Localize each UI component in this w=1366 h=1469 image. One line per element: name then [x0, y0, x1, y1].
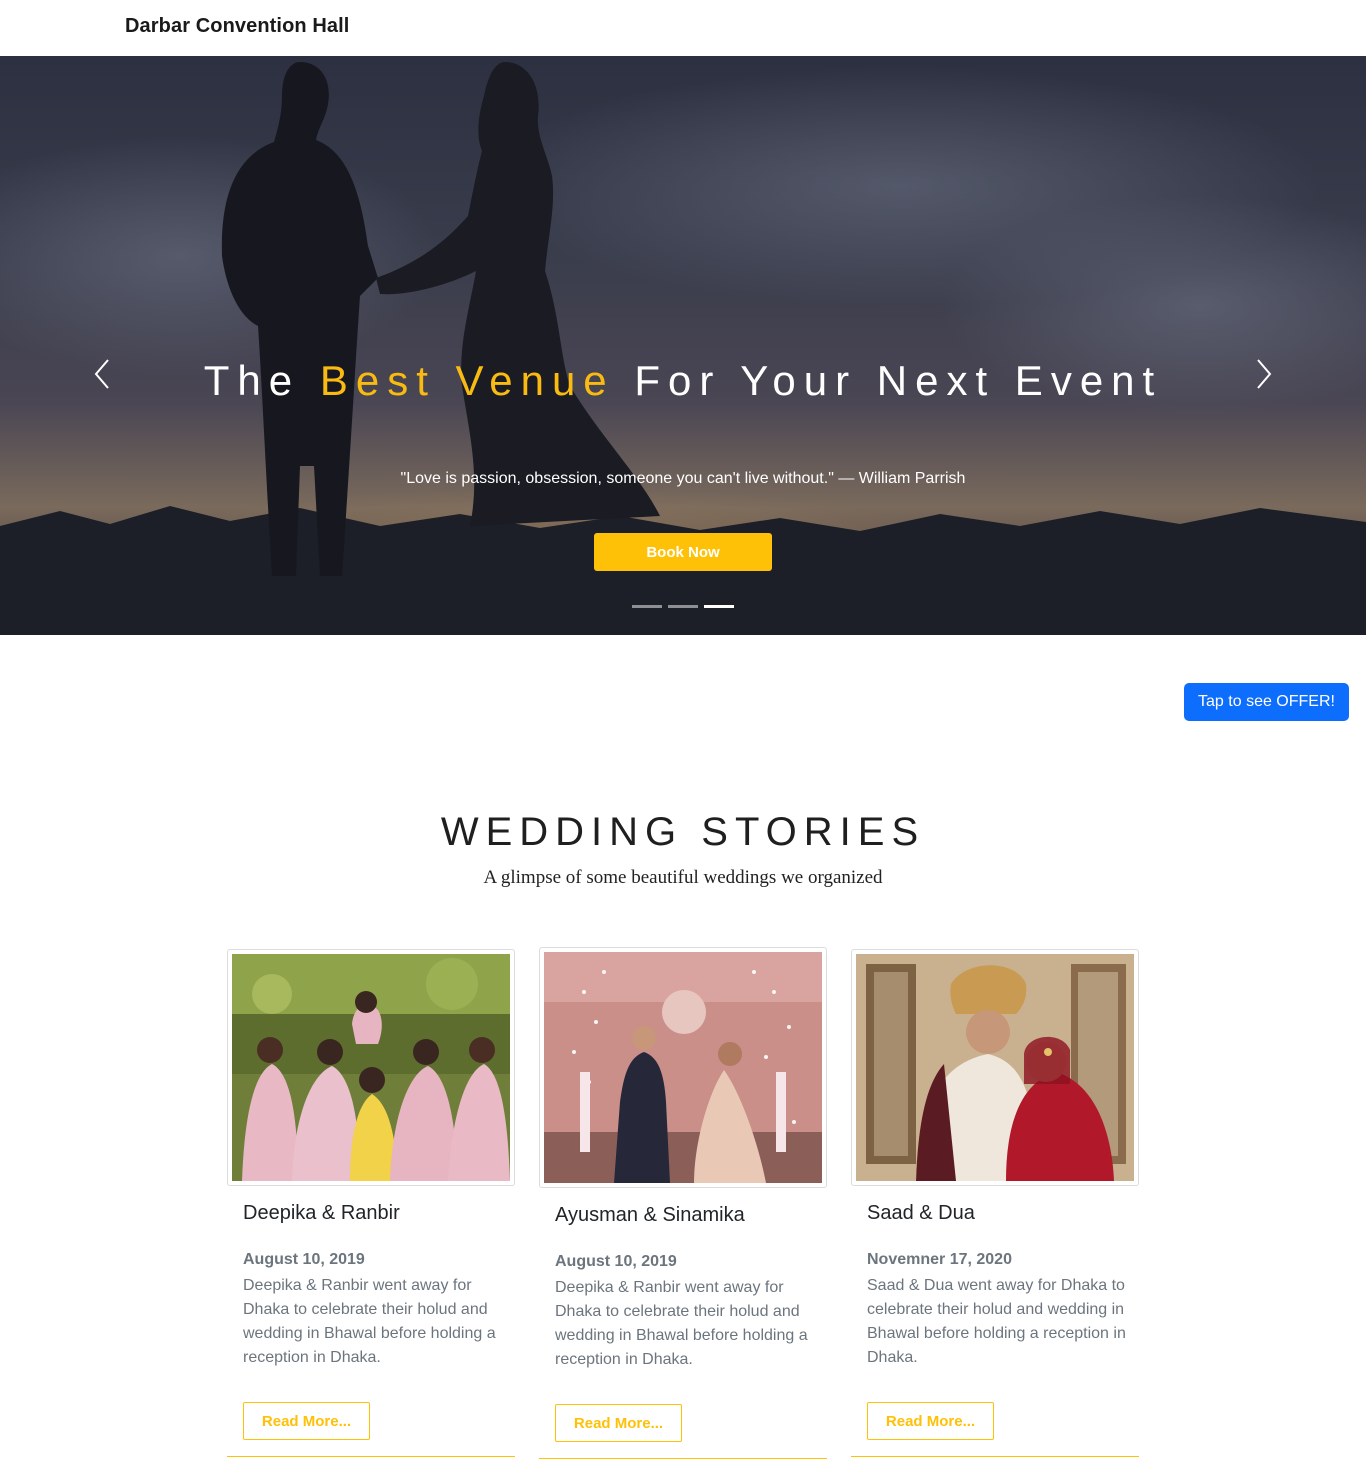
story-card-title: Deepika & Ranbir — [243, 1202, 400, 1224]
carousel-indicator-2[interactable] — [668, 605, 698, 608]
carousel-prev-button[interactable] — [86, 356, 118, 392]
card-divider — [851, 1456, 1139, 1457]
carousel-indicator-1[interactable] — [632, 605, 662, 608]
hero-title: The Best Venue For Your Next Event — [183, 356, 1183, 405]
story-card-date: August 10, 2019 — [555, 1253, 677, 1270]
hero-carousel: The Best Venue For Your Next Event "Love… — [0, 56, 1366, 635]
story-card-title: Saad & Dua — [867, 1202, 975, 1224]
offer-button[interactable]: Tap to see OFFER! — [1184, 683, 1349, 721]
read-more-button[interactable]: Read More... — [555, 1404, 682, 1442]
hero-title-accent: Best Venue — [319, 357, 615, 404]
hero-title-part1: The — [203, 357, 320, 404]
section-title: WEDDING STORIES — [440, 810, 926, 854]
story-card-description: Saad & Dua went away for Dhaka to celebr… — [867, 1277, 1126, 1366]
story-card-image-frame — [851, 949, 1139, 1186]
chevron-right-icon — [1257, 359, 1272, 389]
story-photo[interactable] — [856, 954, 1134, 1181]
story-card: Deepika & Ranbir August 10, 2019 Deepika… — [227, 949, 515, 1459]
story-card-description: Deepika & Ranbir went away for Dhaka to … — [243, 1277, 496, 1366]
read-more-button[interactable]: Read More... — [243, 1402, 370, 1440]
story-photo[interactable] — [232, 954, 510, 1181]
card-divider — [227, 1456, 515, 1457]
chevron-left-icon — [94, 359, 109, 389]
carousel-indicator-3[interactable] — [704, 605, 734, 608]
book-now-button[interactable]: Book Now — [594, 533, 772, 571]
hero-title-part2: For Your Next Event — [614, 357, 1163, 404]
story-card: Ayusman & Sinamika August 10, 2019 Deepi… — [539, 947, 827, 1459]
hero-quote: "Love is passion, obsession, someone you… — [400, 470, 966, 487]
section-subtitle: A glimpse of some beautiful weddings we … — [483, 867, 883, 888]
read-more-button[interactable]: Read More... — [867, 1402, 994, 1440]
carousel-next-button[interactable] — [1248, 356, 1280, 392]
story-card-image-frame — [227, 949, 515, 1186]
card-divider — [539, 1458, 827, 1459]
story-card-image-frame — [539, 947, 827, 1188]
story-card: Saad & Dua Novemner 17, 2020 Saad & Dua … — [851, 949, 1139, 1459]
navbar: Darbar Convention Hall — [0, 0, 1366, 56]
carousel-indicators — [632, 605, 736, 608]
story-photo[interactable] — [544, 952, 822, 1183]
story-card-title: Ayusman & Sinamika — [555, 1204, 745, 1226]
brand-logo-text[interactable]: Darbar Convention Hall — [125, 15, 349, 38]
story-card-date: August 10, 2019 — [243, 1251, 365, 1268]
story-card-date: Novemner 17, 2020 — [867, 1251, 1012, 1268]
story-card-description: Deepika & Ranbir went away for Dhaka to … — [555, 1279, 808, 1368]
